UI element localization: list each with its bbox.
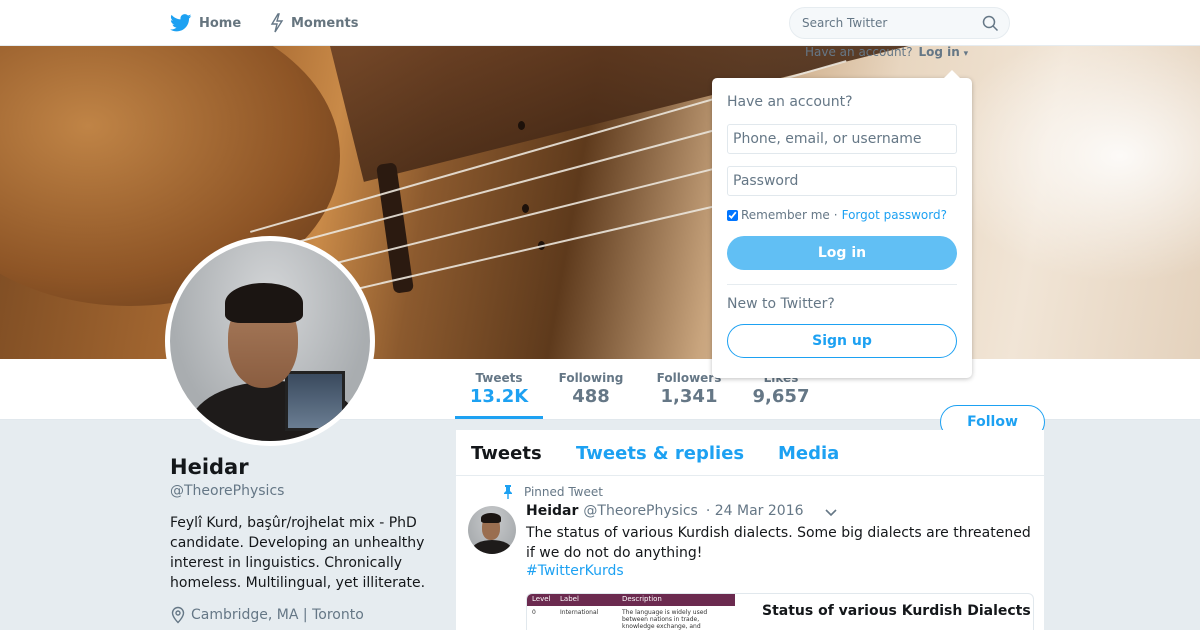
- media-table-header: Level Label Description: [527, 594, 735, 606]
- media-table-header-cell: Description: [622, 595, 662, 603]
- banner-hole: [518, 121, 525, 130]
- nav-moments-label: Moments: [291, 15, 359, 31]
- profile-name[interactable]: Heidar: [170, 455, 249, 479]
- remember-me-checkbox[interactable]: [727, 209, 738, 221]
- tweet-avatar[interactable]: [468, 506, 516, 554]
- media-title: Status of various Kurdish Dialects: [762, 603, 1031, 619]
- stat-tweets[interactable]: Tweets 13.2K: [455, 359, 543, 419]
- tweet-author-name[interactable]: Heidar: [526, 503, 578, 519]
- login-dropdown: Have an account? Remember me · Forgot pa…: [712, 70, 972, 378]
- stat-label: Following: [558, 371, 624, 385]
- tab-media[interactable]: Media: [778, 443, 839, 464]
- login-hint-link[interactable]: Log in: [918, 45, 959, 59]
- lightning-icon: [270, 13, 284, 33]
- tweet-author-handle[interactable]: @TheorePhysics: [583, 503, 697, 519]
- tab-tweets-replies[interactable]: Tweets & replies: [576, 443, 744, 464]
- media-table-header-cell: Label: [560, 595, 579, 603]
- forgot-password-link[interactable]: Forgot password?: [842, 208, 947, 222]
- login-hint-text: Have an account?: [805, 45, 913, 59]
- timeline: Tweets Tweets & replies Media Pinned Twe…: [456, 430, 1044, 630]
- media-table-row: 0 International The language is widely u…: [527, 606, 735, 630]
- top-nav-bar: Home Moments: [0, 0, 1200, 46]
- media-table-cell: The language is widely used between nati…: [622, 609, 708, 630]
- media-table: Level Label Description 0 International …: [527, 594, 735, 630]
- chevron-down-icon[interactable]: ▾: [964, 49, 969, 59]
- tweet-media[interactable]: Level Label Description 0 International …: [526, 593, 1034, 630]
- tweet-text: The status of various Kurdish dialects. …: [526, 525, 1031, 561]
- twitter-bird-icon: [170, 14, 192, 32]
- remember-row: Remember me · Forgot password?: [727, 208, 947, 222]
- pinned-tweet-label: Pinned Tweet: [502, 485, 603, 499]
- media-table-cell: International: [560, 609, 599, 616]
- profile-avatar[interactable]: [165, 236, 375, 446]
- signup-button[interactable]: Sign up: [727, 324, 957, 358]
- tweet-header: Heidar @TheorePhysics · 24 Mar 2016: [526, 503, 804, 519]
- chevron-down-icon[interactable]: [824, 508, 838, 518]
- password-field[interactable]: [727, 166, 957, 196]
- banner-bridge: [376, 162, 414, 294]
- stat-label: Tweets: [475, 371, 523, 385]
- tweet-avatar-hair: [481, 513, 501, 523]
- profile-handle[interactable]: @TheorePhysics: [170, 483, 284, 499]
- search-input[interactable]: [802, 8, 972, 38]
- avatar-hair: [225, 283, 303, 323]
- username-field[interactable]: [727, 124, 957, 154]
- profile-location-text: Cambridge, MA | Toronto: [191, 607, 364, 623]
- avatar-laptop-screen: [285, 371, 345, 431]
- media-table-cell: 0: [532, 609, 536, 616]
- stat-value: 13.2K: [469, 386, 529, 407]
- divider: [727, 284, 957, 285]
- pin-icon: [504, 485, 512, 499]
- stat-value: 9,657: [752, 386, 810, 407]
- search-box: [789, 7, 1010, 39]
- timeline-tabs: Tweets Tweets & replies Media: [456, 430, 1044, 476]
- stat-value: 1,341: [660, 386, 718, 407]
- media-table-header-cell: Level: [532, 595, 551, 603]
- stat-following[interactable]: Following 488: [553, 359, 629, 419]
- location-pin-icon: [171, 606, 185, 624]
- tweet-avatar-torso: [472, 540, 512, 554]
- login-button[interactable]: Log in: [727, 236, 957, 270]
- tweet-date[interactable]: · 24 Mar 2016: [706, 503, 804, 519]
- tab-tweets[interactable]: Tweets: [471, 443, 542, 464]
- search-icon[interactable]: [982, 15, 999, 32]
- login-dropdown-title: Have an account?: [727, 94, 853, 110]
- pinned-text: Pinned Tweet: [524, 485, 603, 499]
- login-hint: Have an account? Log in ▾: [805, 45, 968, 59]
- nav-home[interactable]: Home: [170, 0, 241, 46]
- banner-hole: [522, 204, 529, 213]
- stat-value: 488: [572, 386, 610, 407]
- profile-location: Cambridge, MA | Toronto: [170, 606, 364, 624]
- nav-home-label: Home: [199, 15, 242, 31]
- new-to-twitter-text: New to Twitter?: [727, 296, 835, 312]
- profile-bio: Feylî Kurd, başûr/rojhelat mix - PhD can…: [170, 515, 426, 591]
- remember-me-label[interactable]: Remember me: [741, 208, 830, 222]
- tweet-hashtag[interactable]: #TwitterKurds: [526, 563, 624, 579]
- nav-moments[interactable]: Moments: [270, 0, 358, 46]
- separator-dot: ·: [833, 208, 838, 222]
